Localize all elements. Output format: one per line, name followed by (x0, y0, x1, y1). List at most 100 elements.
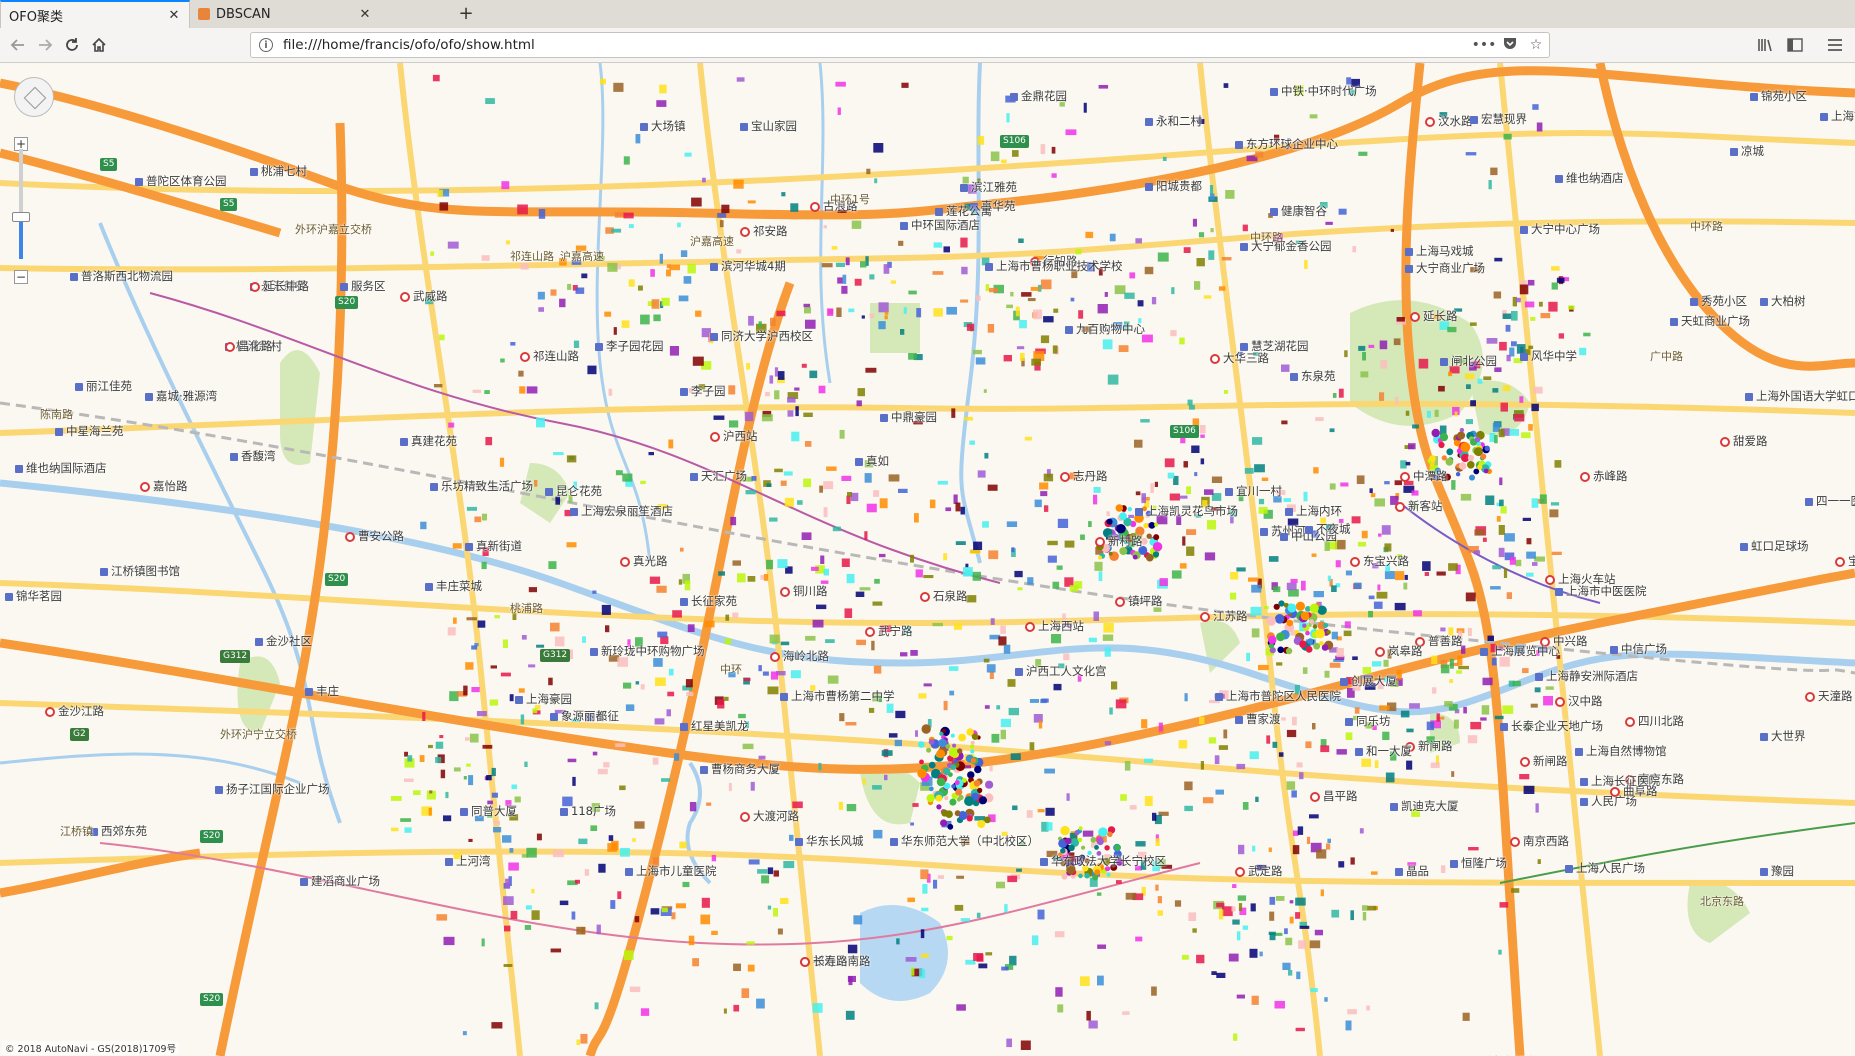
poi-building-icon (1580, 797, 1588, 806)
place-label-text: 大场镇 (651, 119, 686, 133)
sidebar-icon[interactable] (1782, 34, 1808, 56)
cluster-point (1351, 516, 1361, 524)
address-bar[interactable]: i file:///home/francis/ofo/ofo/show.html… (250, 32, 1550, 58)
cluster-point (977, 470, 986, 478)
more-icon[interactable]: ••• (1471, 37, 1497, 53)
cluster-point (972, 349, 982, 355)
cluster-point (1331, 909, 1340, 918)
cluster-point (1446, 448, 1454, 456)
cluster-point (1266, 616, 1276, 626)
metro-station-icon (400, 291, 410, 302)
cluster-point (886, 703, 894, 713)
cluster-point (1092, 874, 1099, 881)
cluster-point (1460, 493, 1472, 501)
cluster-point (1496, 516, 1501, 522)
cluster-point (845, 1010, 855, 1020)
address-url[interactable]: file:///home/francis/ofo/ofo/show.html (283, 37, 1471, 53)
cluster-point (1449, 658, 1454, 669)
cluster-point (1431, 655, 1438, 665)
poi-building-icon (400, 437, 408, 446)
map-canvas[interactable]: 祁连山南路 桃浦新村 永汇新苑 普陀区体育公园 桃浦七村 普洛斯西北物流园 武威路 服务区 同济… (0, 63, 1855, 1056)
cluster-point (884, 311, 889, 315)
cluster-point (1236, 931, 1241, 941)
cluster-point (805, 441, 812, 447)
cluster-point (1498, 525, 1505, 535)
zoom-slider[interactable] (19, 149, 23, 259)
back-arrow-icon[interactable] (6, 33, 30, 57)
cluster-point (757, 869, 768, 874)
poi-building-icon (1280, 532, 1288, 541)
forward-arrow-icon[interactable] (33, 33, 57, 57)
reload-icon[interactable] (60, 33, 84, 57)
close-icon[interactable]: ✕ (167, 8, 181, 23)
cluster-point (1511, 888, 1520, 893)
place-label-text: 华东长风城 (806, 834, 864, 848)
tab-dbscan-title: DBSCAN (216, 6, 271, 22)
metro-station-icon (45, 706, 55, 717)
pan-control-icon[interactable] (14, 77, 54, 117)
cluster-point (566, 455, 577, 463)
metro-station-icon (1350, 556, 1360, 567)
metro-station-icon (1400, 471, 1410, 482)
cluster-point (856, 639, 866, 646)
cluster-point (1033, 309, 1043, 320)
cluster-point (430, 251, 435, 256)
cluster-point (1430, 762, 1440, 769)
cluster-point (1014, 570, 1023, 578)
cluster-point (1124, 761, 1131, 771)
home-icon[interactable] (87, 33, 111, 57)
cluster-point (1274, 614, 1285, 624)
poi-building-icon (1745, 392, 1753, 401)
cluster-point (966, 323, 975, 331)
cluster-point (661, 907, 668, 913)
poi-building-icon (1015, 667, 1023, 676)
poi-building-icon (545, 487, 553, 496)
cluster-point (413, 790, 421, 795)
cluster-point (1385, 772, 1395, 783)
cluster-point (1183, 461, 1188, 468)
zoom-slider-handle[interactable] (12, 212, 30, 223)
poi-building-icon (680, 597, 688, 606)
map-place-label: 铜川路 (780, 583, 828, 599)
cluster-point (1194, 281, 1201, 290)
cluster-point (1045, 807, 1055, 816)
cluster-point (601, 604, 611, 615)
map-place-label: 四一一医院 (1805, 493, 1855, 509)
library-icon[interactable] (1752, 34, 1778, 56)
map-place-label: 甜爱路 (1720, 433, 1768, 449)
map-place-label: 晶品 (1395, 863, 1429, 879)
poi-building-icon (700, 765, 708, 774)
poi-building-icon (690, 472, 698, 481)
map-place-label: 大世界 (1760, 728, 1806, 744)
tab-ofo[interactable]: OFO聚类 ✕ (0, 0, 190, 28)
cluster-point (1316, 849, 1327, 859)
cluster-point (990, 151, 1000, 162)
hamburger-menu-icon[interactable] (1822, 34, 1848, 56)
place-label-text: 上海静安洲际酒店 (1546, 669, 1638, 683)
cluster-point (466, 617, 477, 621)
cluster-point (1373, 601, 1383, 609)
place-label-text: 东宝兴路 (1363, 554, 1409, 568)
cluster-point (746, 363, 750, 370)
cluster-point (805, 635, 816, 641)
star-icon[interactable]: ☆ (1523, 37, 1549, 53)
tab-dbscan[interactable]: DBSCAN ✕ (190, 0, 380, 28)
pocket-icon[interactable] (1497, 37, 1523, 54)
cluster-point (537, 291, 545, 300)
cluster-point (1242, 925, 1249, 930)
cluster-point (1276, 896, 1285, 901)
cluster-point (941, 809, 949, 817)
cluster-point (936, 749, 946, 759)
poi-building-icon (300, 877, 308, 886)
cluster-point (811, 566, 819, 571)
zoom-out-button[interactable]: − (14, 270, 28, 284)
place-label-text: 同乐坊 (1356, 714, 1391, 728)
cluster-point (926, 747, 932, 753)
cluster-point (635, 134, 641, 144)
cluster-point (955, 541, 966, 545)
cluster-point (1184, 805, 1193, 812)
cluster-point (973, 953, 984, 961)
close-icon[interactable]: ✕ (358, 7, 372, 22)
info-icon[interactable]: i (259, 38, 273, 52)
new-tab-button[interactable]: + (452, 0, 480, 28)
